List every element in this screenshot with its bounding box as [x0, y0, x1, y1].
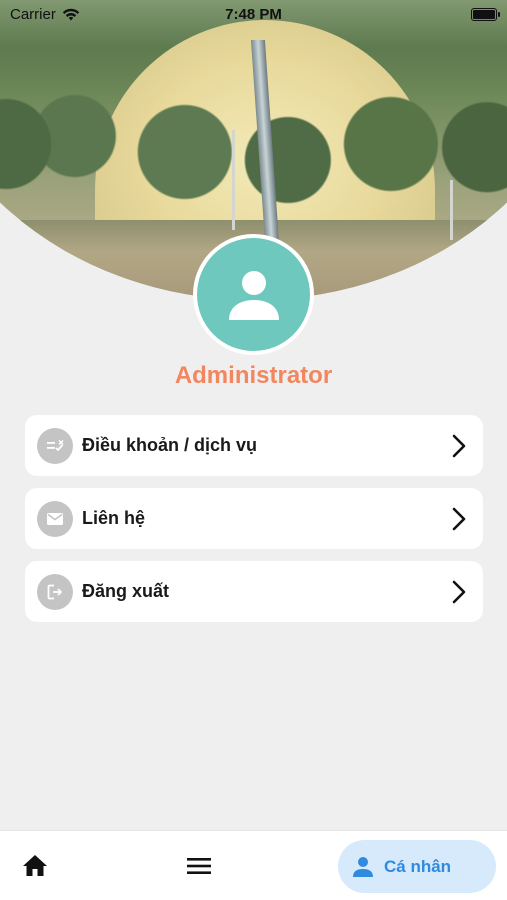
utility-pole — [232, 130, 235, 230]
menu-item-logout[interactable]: Đăng xuất — [25, 561, 483, 622]
carrier-label: Carrier — [10, 5, 56, 23]
bottom-nav: Cá nhân — [0, 830, 507, 900]
tab-profile[interactable]: Cá nhân — [338, 840, 496, 893]
hamburger-menu-icon[interactable] — [186, 855, 212, 877]
home-icon[interactable] — [22, 853, 48, 879]
chevron-right-icon — [449, 579, 469, 605]
logout-icon — [37, 573, 73, 610]
person-icon — [353, 856, 373, 877]
status-bar: Carrier 7:48 PM — [0, 0, 507, 28]
menu-item-contact[interactable]: Liên hệ — [25, 488, 483, 549]
utility-pole — [450, 180, 453, 240]
menu-label-terms: Điều khoản / dịch vụ — [82, 435, 258, 455]
tree-line — [0, 80, 507, 240]
wifi-icon — [62, 8, 80, 20]
chevron-right-icon — [449, 433, 469, 459]
chevron-right-icon — [449, 506, 469, 532]
tab-profile-label: Cá nhân — [384, 856, 452, 876]
menu-label-logout: Đăng xuất — [82, 581, 170, 601]
menu-label-contact: Liên hệ — [82, 508, 146, 528]
terms-icon — [37, 427, 73, 464]
battery-icon — [471, 7, 500, 21]
person-icon — [228, 270, 279, 320]
mail-icon — [37, 500, 73, 537]
profile-name: Administrator — [174, 362, 333, 389]
menu-item-terms[interactable]: Điều khoản / dịch vụ — [25, 415, 483, 476]
avatar[interactable] — [193, 234, 314, 355]
